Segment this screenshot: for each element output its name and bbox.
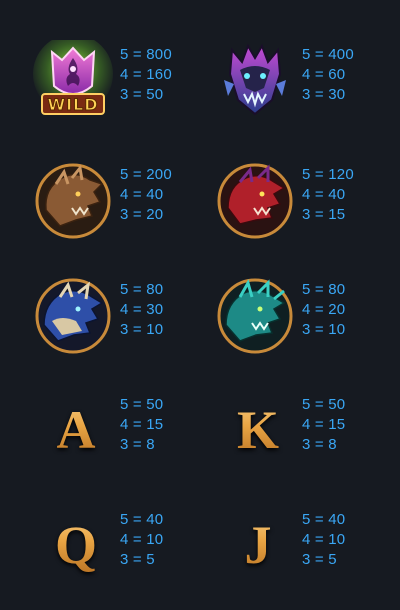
symbol-cell-purple-dragon: 5 = 400 4 = 60 3 = 30 <box>182 35 382 145</box>
letter-j-icon: J <box>218 500 298 590</box>
payout-row: 3 = 30 <box>302 86 346 103</box>
brown-dragon-head-icon <box>32 160 114 242</box>
payout-row: 3 = 15 <box>302 206 346 223</box>
payout-list: 5 = 400 4 = 60 3 = 30 <box>302 45 382 105</box>
payout-row: 5 = 400 <box>302 46 354 63</box>
letter-k-icon: K <box>218 385 298 475</box>
purple-dragon-head-icon <box>214 40 296 122</box>
symbol-cell-brown-dragon: 5 = 200 4 = 40 3 = 20 <box>0 155 200 265</box>
symbol-cell-wild: WILD 5 = 800 4 = 160 3 = 50 <box>0 34 200 145</box>
payout-row: 5 = 80 <box>302 281 346 298</box>
payout-row: 4 = 15 <box>302 416 346 433</box>
payout-row: 5 = 120 <box>302 166 354 183</box>
payout-row: 4 = 60 <box>302 66 346 83</box>
blue-dragon-head-icon <box>32 275 114 357</box>
payout-list: 5 = 50 4 = 15 3 = 8 <box>302 395 382 455</box>
payout-list: 5 = 40 4 = 10 3 = 5 <box>302 510 382 570</box>
letter-q-icon: Q <box>36 500 116 590</box>
symbol-cell-letter-q: Q 5 = 40 4 = 10 3 = 5 <box>0 500 200 610</box>
wild-dragon-emblem-icon: WILD <box>32 34 114 122</box>
symbol-cell-letter-k: K 5 = 50 4 = 15 3 = 8 <box>182 385 382 495</box>
payout-list: 5 = 80 4 = 20 3 = 10 <box>302 280 382 340</box>
symbol-cell-letter-a: A 5 = 50 4 = 15 3 = 8 <box>0 385 200 495</box>
letter-a-icon: A <box>36 385 116 475</box>
payout-row: 4 = 10 <box>302 531 346 548</box>
payout-list: 5 = 120 4 = 40 3 = 15 <box>302 165 382 225</box>
wild-label: WILD <box>47 95 98 114</box>
payout-row: 4 = 40 <box>302 186 346 203</box>
payout-row: 4 = 20 <box>302 301 346 318</box>
payout-row: 5 = 40 <box>302 511 346 528</box>
payout-row: 3 = 10 <box>302 321 346 338</box>
teal-dragon-head-icon <box>214 275 296 357</box>
payout-row: 3 = 5 <box>302 551 337 568</box>
symbol-cell-teal-dragon: 5 = 80 4 = 20 3 = 10 <box>182 270 382 380</box>
symbol-cell-red-dragon: 5 = 120 4 = 40 3 = 15 <box>182 155 382 265</box>
payout-row: 3 = 8 <box>302 436 337 453</box>
payout-row: 5 = 50 <box>302 396 346 413</box>
symbol-cell-letter-j: J 5 = 40 4 = 10 3 = 5 <box>182 500 382 610</box>
red-dragon-head-icon <box>214 160 296 242</box>
symbol-cell-blue-dragon: 5 = 80 4 = 30 3 = 10 <box>0 270 200 380</box>
